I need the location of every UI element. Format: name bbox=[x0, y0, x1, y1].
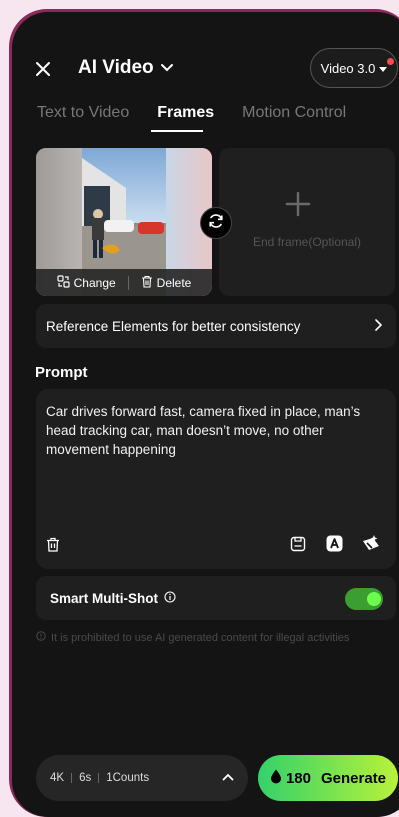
divider bbox=[127, 275, 129, 290]
smart-multishot-label: Smart Multi-Shot bbox=[50, 590, 158, 606]
delete-label: Delete bbox=[156, 275, 192, 290]
reference-elements-label: Reference Elements for better consistenc… bbox=[46, 318, 301, 334]
change-button[interactable]: Change bbox=[57, 274, 116, 291]
version-label: Video 3.0 bbox=[320, 60, 376, 76]
disclaimer: It is prohibited to use AI generated con… bbox=[36, 631, 349, 644]
magic-wand-icon[interactable] bbox=[361, 534, 381, 552]
mode-tabs: Text to Video Frames Motion Control bbox=[37, 104, 346, 122]
swap-image-icon bbox=[57, 274, 70, 291]
caret-down-icon bbox=[379, 61, 388, 76]
info-icon[interactable] bbox=[164, 590, 176, 606]
frame-actions-bar: Change Delete bbox=[36, 269, 212, 296]
refresh-icon bbox=[207, 212, 225, 235]
delete-button[interactable]: Delete bbox=[141, 275, 192, 291]
resolution-value: 4K bbox=[50, 772, 65, 784]
chevron-down-icon bbox=[160, 57, 174, 79]
version-selector[interactable]: Video 3.0 bbox=[310, 48, 398, 88]
swap-frames-button[interactable] bbox=[200, 207, 232, 239]
tab-motion-control[interactable]: Motion Control bbox=[242, 104, 346, 122]
tab-text-to-video[interactable]: Text to Video bbox=[37, 104, 129, 122]
plus-icon bbox=[284, 190, 312, 224]
model-selector[interactable]: AI Video bbox=[78, 57, 174, 79]
generation-settings[interactable]: 4K 6s 1Counts bbox=[36, 755, 248, 801]
reference-elements-row[interactable]: Reference Elements for better consistenc… bbox=[36, 304, 396, 348]
trash-icon bbox=[141, 275, 153, 291]
ai-text-icon[interactable] bbox=[326, 535, 343, 552]
disclaimer-text: It is prohibited to use AI generated con… bbox=[51, 631, 350, 644]
end-frame-placeholder: End frame(Optional) bbox=[252, 235, 362, 249]
generate-label: Generate bbox=[320, 769, 387, 787]
prompt-heading: Prompt bbox=[35, 364, 88, 381]
save-icon[interactable] bbox=[290, 536, 306, 552]
credits-drop-icon bbox=[270, 769, 282, 788]
warning-icon bbox=[36, 631, 46, 644]
active-tab-indicator bbox=[151, 130, 203, 132]
tab-frames[interactable]: Frames bbox=[157, 104, 214, 122]
chevron-right-icon bbox=[374, 318, 383, 334]
start-frame[interactable]: Change Delete bbox=[36, 148, 212, 296]
close-icon[interactable] bbox=[34, 60, 52, 78]
notification-dot bbox=[387, 58, 394, 65]
trash-icon[interactable] bbox=[46, 537, 60, 552]
credits-value: 180 bbox=[285, 769, 311, 787]
counts-value: 1Counts bbox=[106, 772, 150, 784]
generate-button[interactable]: 180 Generate bbox=[258, 755, 398, 801]
app-screen: AI Video Video 3.0 Text to Video Frames … bbox=[12, 12, 399, 817]
prompt-text[interactable]: Car drives forward fast, camera fixed in… bbox=[46, 402, 386, 459]
chevron-up-icon[interactable] bbox=[222, 772, 234, 784]
phone-frame: AI Video Video 3.0 Text to Video Frames … bbox=[9, 9, 399, 817]
change-label: Change bbox=[73, 275, 116, 290]
page-title: AI Video bbox=[78, 57, 154, 78]
divider bbox=[98, 773, 100, 783]
divider bbox=[71, 773, 73, 783]
toggle-knob bbox=[367, 592, 381, 606]
smart-multishot-row: Smart Multi-Shot bbox=[36, 576, 396, 620]
duration-value: 6s bbox=[79, 772, 92, 784]
